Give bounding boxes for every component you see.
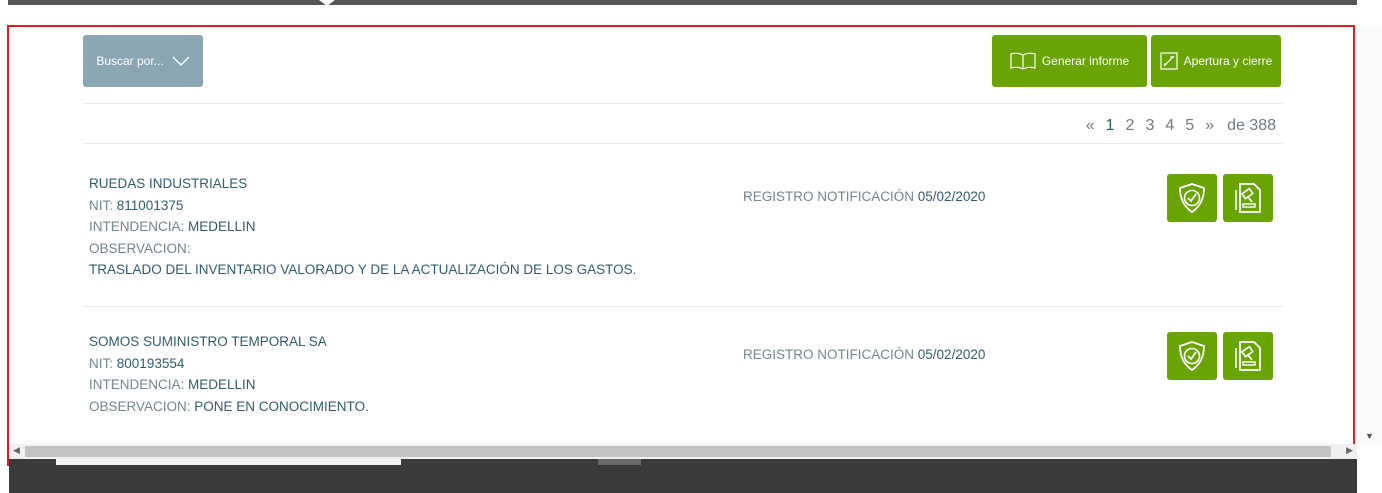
registro-notificacion: REGISTRO NOTIFICACIÓN 05/02/2020 [743, 347, 985, 362]
scrollbar-thumb[interactable] [25, 446, 1331, 457]
registro-label: REGISTRO NOTIFICACIÓN [743, 189, 915, 204]
company-name[interactable]: SOMOS SUMINISTRO TEMPORAL SA [89, 334, 327, 349]
horizontal-scrollbar[interactable]: ◀ ▶ [9, 444, 1357, 459]
search-by-label: Buscar por... [96, 54, 164, 68]
document-gavel-icon [1235, 341, 1261, 371]
intendencia-label: INTENDENCIA: [89, 219, 185, 234]
divider [83, 143, 1283, 144]
registro-date: 05/02/2020 [917, 347, 986, 362]
generate-report-label: Generar informe [1041, 54, 1130, 68]
document-gavel-icon [1235, 183, 1261, 213]
observacion-label: OBSERVACION: [89, 398, 191, 414]
pagination-page-4[interactable]: 4 [1165, 117, 1174, 135]
generate-report-button[interactable]: Generar informe [992, 35, 1147, 87]
search-by-button[interactable]: Buscar por... [83, 35, 203, 87]
verify-button[interactable] [1167, 174, 1217, 222]
active-tab-notch [319, 0, 335, 6]
verify-button[interactable] [1167, 332, 1217, 380]
observacion-value: TRASLADO DEL INVENTARIO VALORADO Y DE LA… [89, 262, 637, 277]
observacion-value: PONE EN CONOCIMIENTO. [194, 398, 369, 414]
book-icon [1010, 52, 1036, 70]
observacion-label: OBSERVACION: [89, 240, 191, 256]
divider [83, 103, 1283, 104]
pagination-page-3[interactable]: 3 [1145, 117, 1154, 135]
shield-check-icon [1179, 341, 1205, 372]
scroll-down-arrow-icon[interactable]: ▼ [1365, 431, 1374, 441]
registro-notificacion: REGISTRO NOTIFICACIÓN 05/02/2020 [743, 189, 985, 204]
list-item: SOMOS SUMINISTRO TEMPORAL SA NIT: 800193… [89, 331, 1289, 417]
chevron-down-icon [172, 56, 190, 66]
pagination-total: de 388 [1227, 117, 1276, 134]
document-button[interactable] [1223, 332, 1273, 380]
document-button[interactable] [1223, 174, 1273, 222]
scroll-left-arrow-icon[interactable]: ◀ [13, 445, 20, 456]
nit-value: 800193554 [116, 355, 185, 371]
registro-date: 05/02/2020 [917, 189, 986, 204]
registro-label: REGISTRO NOTIFICACIÓN [743, 347, 915, 362]
bottom-bar-segment [598, 459, 641, 465]
square-slash-icon [1160, 52, 1178, 70]
divider [83, 306, 1283, 307]
open-close-button[interactable]: Apertura y cierre [1151, 35, 1281, 87]
pagination-page-2[interactable]: 2 [1126, 117, 1135, 135]
scroll-right-arrow-icon[interactable]: ▶ [1346, 445, 1353, 456]
shield-check-icon [1179, 183, 1205, 214]
bottom-bar-segment [56, 459, 401, 465]
nit-label: NIT: [89, 355, 114, 371]
nit-label: NIT: [89, 197, 114, 213]
pagination-next[interactable]: » [1205, 117, 1214, 135]
top-dark-bar [8, 0, 1357, 6]
intendencia-value: MEDELLIN [188, 219, 256, 234]
intendencia-label: INTENDENCIA: [89, 377, 185, 392]
vertical-scrollbar[interactable]: ▼ [1357, 25, 1382, 445]
nit-value: 811001375 [116, 197, 184, 213]
bottom-bar [9, 459, 1357, 493]
company-name[interactable]: RUEDAS INDUSTRIALES [89, 176, 247, 191]
open-close-label: Apertura y cierre [1183, 54, 1273, 68]
pagination: « 1 2 3 4 5 » de 388 [1086, 117, 1276, 135]
pagination-page-5[interactable]: 5 [1185, 117, 1194, 135]
list-item: RUEDAS INDUSTRIALES NIT: 811001375 INTEN… [89, 173, 1289, 281]
pagination-page-1[interactable]: 1 [1106, 117, 1115, 135]
content-panel: Buscar por... Generar informe Apertura y… [7, 25, 1355, 466]
intendencia-value: MEDELLIN [188, 377, 256, 392]
pagination-prev[interactable]: « [1086, 117, 1095, 135]
